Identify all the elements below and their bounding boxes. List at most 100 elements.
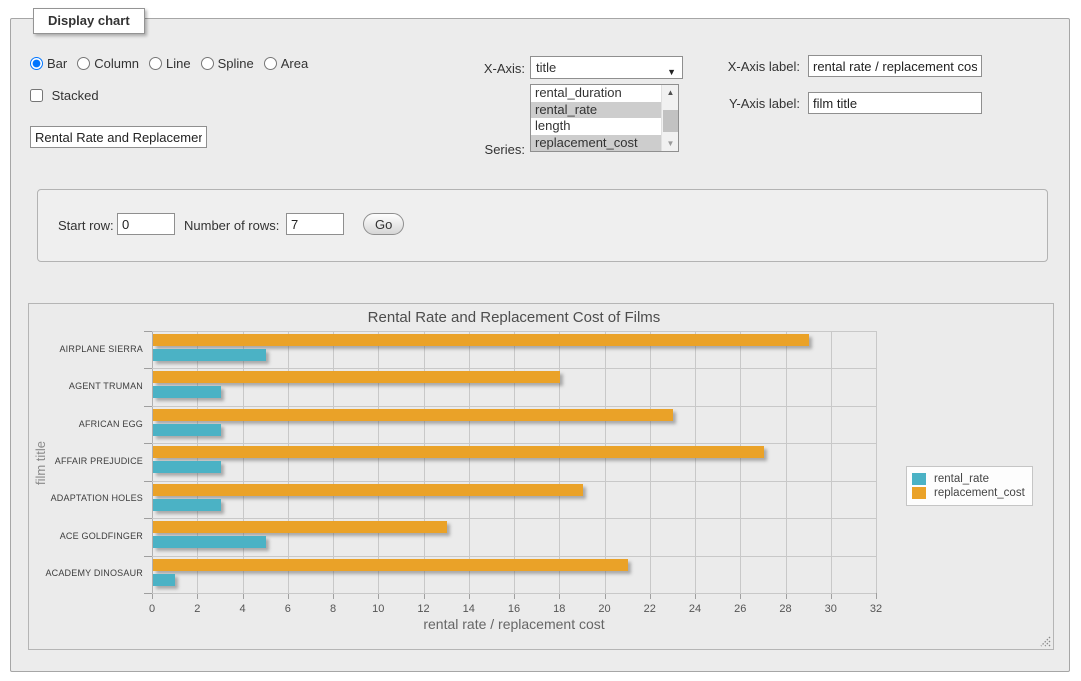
gridline-vertical (243, 331, 244, 593)
x-tick-label: 16 (499, 603, 529, 615)
bar-replacement_cost (153, 521, 447, 533)
x-axis-select[interactable]: title ▼ (530, 56, 683, 79)
x-tick-label: 10 (363, 603, 393, 615)
bar-rental_rate (153, 461, 221, 473)
chart-type-radio-group: Bar Column Line Spline Area (30, 56, 318, 71)
bar-rental_rate (153, 386, 221, 398)
x-tick-label: 24 (680, 603, 710, 615)
bar-replacement_cost (153, 334, 809, 346)
go-button[interactable]: Go (363, 213, 404, 235)
bar-rental_rate (153, 349, 266, 361)
chart-type-radio-area[interactable] (264, 57, 277, 70)
legend-swatch-replacement_cost (912, 487, 926, 499)
legend-swatch-rental_rate (912, 473, 926, 485)
y-axis-tick (144, 593, 152, 594)
category-label: AGENT TRUMAN (33, 381, 143, 391)
legend-entry: rental_rate (912, 473, 1025, 485)
chart-type-column[interactable]: Column (77, 56, 139, 71)
x-tick-label: 0 (137, 603, 167, 615)
bar-rental_rate (153, 536, 266, 548)
x-tick-label: 8 (318, 603, 348, 615)
series-list-label: Series: (425, 142, 525, 157)
gridline-vertical (605, 331, 606, 593)
chart-title-input[interactable] (30, 126, 207, 148)
legend-label: rental_rate (934, 473, 989, 485)
chart-type-label: Bar (47, 56, 67, 71)
chart-type-line[interactable]: Line (149, 56, 191, 71)
bar-replacement_cost (153, 559, 628, 571)
app-window: Display chart Bar Column Line Spline Area St… (0, 0, 1081, 681)
resize-handle-icon[interactable] (1039, 635, 1051, 647)
bar-replacement_cost (153, 446, 764, 458)
x-axis-select-label: X-Axis: (425, 61, 525, 76)
x-tick-label: 12 (409, 603, 439, 615)
chart-type-radio-spline[interactable] (201, 57, 214, 70)
chart-type-radio-bar[interactable] (30, 57, 43, 70)
bar-replacement_cost (153, 371, 560, 383)
x-tick-label: 20 (590, 603, 620, 615)
gridline-horizontal (152, 443, 876, 444)
y-axis-tick (144, 331, 152, 332)
y-axis-label-input[interactable] (808, 92, 982, 114)
gridline-vertical (378, 331, 379, 593)
category-label: AFFAIR PREJUDICE (33, 456, 143, 466)
x-tick-label: 28 (771, 603, 801, 615)
scroll-down-icon[interactable]: ▼ (662, 136, 679, 151)
bar-rental_rate (153, 424, 221, 436)
scrollbar-thumb[interactable] (663, 110, 678, 132)
chart-type-radio-column[interactable] (77, 57, 90, 70)
y-axis-tick (144, 518, 152, 519)
series-option-length[interactable]: length (531, 118, 661, 135)
gridline-horizontal (152, 518, 876, 519)
gridline-vertical (740, 331, 741, 593)
bar-replacement_cost (153, 409, 673, 421)
y-axis-tick (144, 556, 152, 557)
stacked-checkbox-label[interactable]: Stacked (30, 88, 99, 103)
y-axis-tick (144, 368, 152, 369)
listbox-scrollbar[interactable]: ▲ ▼ (661, 85, 678, 151)
gridline-vertical (831, 331, 832, 593)
category-label: AFRICAN EGG (33, 419, 143, 429)
panel-title: Display chart (33, 8, 145, 34)
category-label: ACE GOLDFINGER (33, 531, 143, 541)
gridline-vertical (333, 331, 334, 593)
series-option-rental_duration[interactable]: rental_duration (531, 85, 661, 102)
y-axis-label-caption: Y-Axis label: (700, 96, 800, 111)
x-axis-selected-value: title (536, 60, 556, 75)
x-tick-label: 2 (182, 603, 212, 615)
x-axis-label-input[interactable] (808, 55, 982, 77)
dropdown-arrow-icon: ▼ (667, 62, 676, 83)
chart-type-radio-line[interactable] (149, 57, 162, 70)
num-rows-input[interactable] (286, 213, 344, 235)
x-tick-label: 22 (635, 603, 665, 615)
x-axis-title: rental rate / replacement cost (152, 616, 876, 632)
x-tick-label: 32 (861, 603, 891, 615)
y-axis-tick (144, 406, 152, 407)
gridline-horizontal (152, 593, 876, 594)
category-label: AIRPLANE SIERRA (33, 344, 143, 354)
chart-type-label: Spline (218, 56, 254, 71)
x-tick-label: 30 (816, 603, 846, 615)
gridline-horizontal (152, 368, 876, 369)
gridline-vertical (876, 331, 877, 593)
series-option-replacement_cost[interactable]: replacement_cost (531, 135, 661, 152)
chart-type-spline[interactable]: Spline (201, 56, 254, 71)
plot-area: 02468101214161820222426283032AIRPLANE SI… (152, 331, 876, 593)
x-tick-label: 18 (544, 603, 574, 615)
start-row-input[interactable] (117, 213, 175, 235)
start-row-label: Start row: (58, 218, 114, 233)
chart-type-bar[interactable]: Bar (30, 56, 67, 71)
series-listbox[interactable]: ▲ ▼ rental_durationrental_ratelengthrepl… (530, 84, 679, 152)
series-option-rental_rate[interactable]: rental_rate (531, 102, 661, 119)
chart-type-area[interactable]: Area (264, 56, 308, 71)
y-axis-title: film title (33, 403, 49, 523)
category-label: ADAPTATION HOLES (33, 493, 143, 503)
scroll-up-icon[interactable]: ▲ (662, 85, 679, 100)
x-tick-label: 14 (454, 603, 484, 615)
legend-label: replacement_cost (934, 487, 1025, 499)
bar-rental_rate (153, 574, 175, 586)
x-axis-tick (876, 593, 877, 599)
x-tick-label: 26 (725, 603, 755, 615)
gridline-horizontal (152, 331, 876, 332)
stacked-checkbox[interactable] (30, 89, 43, 102)
